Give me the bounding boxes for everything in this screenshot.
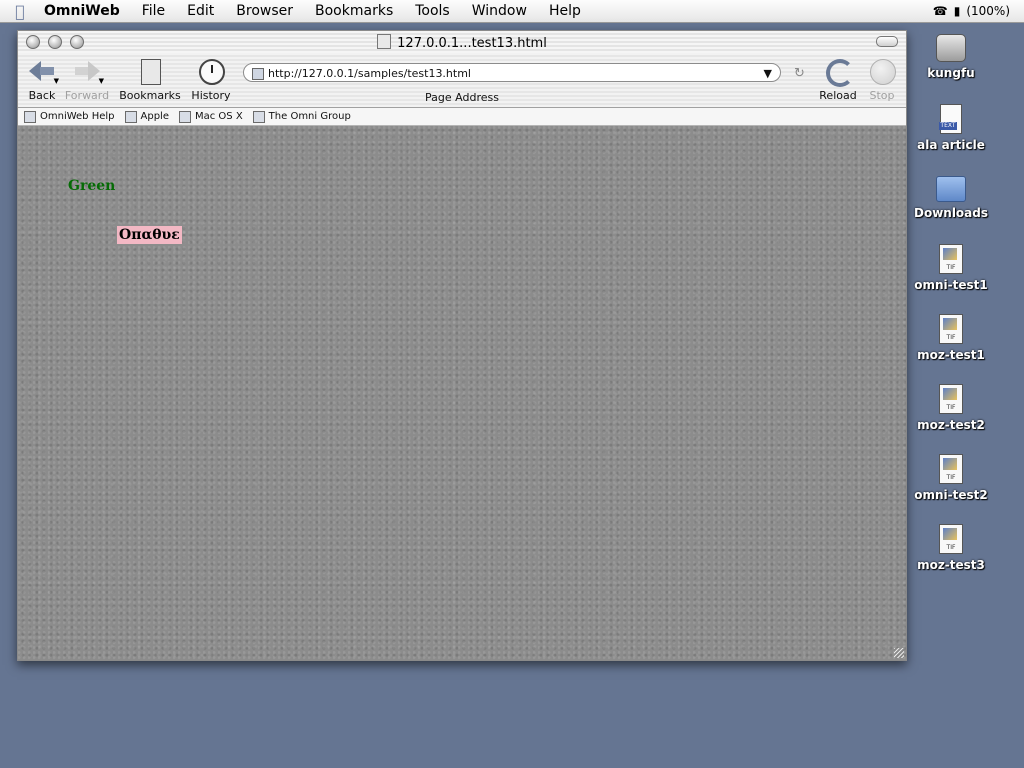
bookmark-label: Mac OS X	[194, 111, 243, 122]
document-proxy-icon[interactable]	[377, 34, 392, 49]
hard-drive-icon	[936, 34, 966, 62]
bookmark-icon	[178, 110, 191, 123]
bookmark-omniweb-help[interactable]: OmniWeb Help	[24, 110, 115, 123]
bookmark-apple[interactable]: Apple	[124, 110, 169, 123]
folder-icon	[936, 176, 966, 202]
desktop-icon-moz-test3[interactable]: TIF moz-test3	[908, 524, 994, 572]
tif-file-icon: TIF	[939, 384, 963, 414]
tif-file-icon: TIF	[939, 524, 963, 554]
toolbar-toggle-button[interactable]	[876, 36, 898, 47]
bookmark-label: OmniWeb Help	[40, 111, 115, 122]
desktop-icon-omni-test1[interactable]: TIF omni-test1	[908, 244, 994, 292]
tif-file-icon: TIF	[939, 454, 963, 484]
desktop-icon-kungfu[interactable]: kungfu	[908, 34, 994, 80]
window-title-wrap: 127.0.0.1...test13.html	[18, 34, 906, 51]
bookmark-mac-os-x[interactable]: Mac OS X	[178, 110, 243, 123]
menu-help[interactable]: Help	[538, 3, 592, 19]
window-title: 127.0.0.1...test13.html	[397, 36, 547, 51]
site-favicon-icon	[252, 68, 264, 80]
menu-edit[interactable]: Edit	[176, 3, 225, 19]
greek-highlighted-text: Οπαθυε	[117, 226, 182, 244]
desktop-icon-label: Downloads	[913, 206, 989, 220]
menu-tools[interactable]: Tools	[404, 3, 461, 19]
bookmark-icon	[124, 110, 137, 123]
desktop-icon-ala-article[interactable]: TEXT ala article	[908, 104, 994, 152]
stop-button[interactable]: Stop	[866, 57, 898, 102]
address-text: http://127.0.0.1/samples/test13.html	[268, 67, 471, 80]
title-bar[interactable]: 127.0.0.1...test13.html	[18, 31, 906, 53]
menu-window[interactable]: Window	[461, 3, 538, 19]
bookmark-folder-icon	[252, 110, 265, 123]
reload-button[interactable]: Reload	[818, 57, 858, 102]
bookmark-omni-group[interactable]: The Omni Group	[252, 110, 351, 123]
browser-window: 127.0.0.1...test13.html ▼ Back ▼ Forward…	[17, 30, 907, 661]
page-address-label: Page Address	[425, 91, 499, 104]
resize-grip-icon[interactable]	[894, 648, 904, 658]
desktop-icon-moz-test2[interactable]: TIF moz-test2	[908, 384, 994, 432]
desktop-icon-label: moz-test2	[917, 418, 985, 432]
desktop-icon-label: omni-test1	[914, 278, 988, 292]
desktop-icon-omni-test2[interactable]: TIF omni-test2	[908, 454, 994, 502]
bookmarks-book-icon	[141, 59, 161, 85]
menu-omniweb[interactable]: OmniWeb	[40, 3, 131, 19]
tif-file-icon: TIF	[939, 314, 963, 344]
bookmark-icon	[24, 110, 36, 123]
address-field[interactable]: http://127.0.0.1/samples/test13.html ▼	[243, 63, 781, 82]
text-document-icon: TEXT	[939, 104, 962, 134]
toolbar: ▼ Back ▼ Forward Bookmarks History http:…	[18, 53, 906, 108]
activity-spinner-icon: ↻	[794, 66, 805, 81]
stop-label: Stop	[869, 89, 895, 102]
desktop-icon-downloads[interactable]: Downloads	[908, 176, 994, 220]
bookmark-label: Apple	[140, 111, 169, 122]
menu-bar:  OmniWeb File Edit Browser Bookmarks To…	[0, 0, 1024, 23]
battery-icon[interactable]: ▮	[954, 4, 961, 18]
menu-extras: ☎ ▮ (100%)	[933, 4, 1024, 18]
desktop-icon-moz-test1[interactable]: TIF moz-test1	[908, 314, 994, 362]
desktop-icon-label: kungfu	[927, 66, 975, 80]
bookmark-label: The Omni Group	[268, 111, 351, 122]
battery-percent: (100%)	[966, 4, 1010, 18]
menu-browser[interactable]: Browser	[225, 3, 304, 19]
menu-bookmarks[interactable]: Bookmarks	[304, 3, 404, 19]
green-text: Green	[68, 178, 116, 194]
menu-file[interactable]: File	[131, 3, 176, 19]
phone-icon[interactable]: ☎	[933, 4, 948, 18]
desktop-icon-label: ala article	[917, 138, 985, 152]
bookmarks-bar: OmniWeb Help Apple Mac OS X The Omni Gro…	[18, 108, 906, 126]
desktop-icon-label: moz-test3	[917, 558, 985, 572]
apple-menu-icon[interactable]: 	[0, 2, 40, 21]
desktop-icon-label: omni-test2	[914, 488, 988, 502]
reload-label: Reload	[819, 89, 857, 102]
reload-icon	[826, 59, 854, 87]
address-dropdown-icon[interactable]: ▼	[764, 64, 772, 83]
page-content: Green Οπαθυε	[18, 126, 906, 660]
stop-icon	[870, 59, 896, 85]
clock-icon	[199, 59, 225, 85]
tif-file-icon: TIF	[939, 244, 963, 274]
desktop-icon-label: moz-test1	[917, 348, 985, 362]
